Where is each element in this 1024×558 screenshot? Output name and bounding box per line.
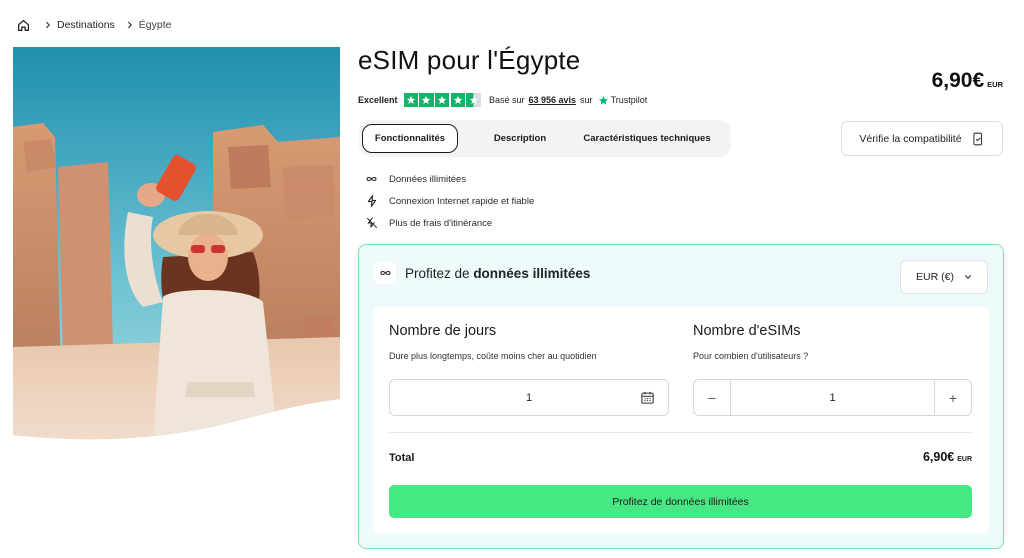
star-icon	[403, 92, 419, 108]
rating-stars	[403, 92, 482, 108]
compatibility-label: Vérifie la compatibilité	[859, 132, 962, 145]
price-currency: EUR	[987, 80, 1003, 89]
breadcrumb-current: Égypte	[138, 19, 172, 31]
rating-on: sur	[580, 95, 593, 105]
rating-based-on: Basé sur	[488, 95, 525, 105]
price-amount: 6,90€	[931, 69, 985, 92]
home-icon[interactable]	[16, 18, 30, 32]
trustpilot-rating: Excellent Basé sur 63 956 avis sur Trust…	[358, 92, 647, 108]
feature-item: Données illimitées	[365, 168, 534, 190]
chevron-right-icon	[125, 20, 135, 30]
total-label: Total	[389, 452, 415, 464]
star-icon	[450, 92, 466, 108]
half-star-icon	[466, 92, 481, 108]
tab-description[interactable]: Description	[472, 124, 568, 153]
esims-section: Nombre d'eSIMs Pour combien d'utilisateu…	[693, 323, 808, 361]
currency-value: EUR (€)	[916, 271, 954, 283]
tab-features[interactable]: Fonctionnalités	[362, 124, 458, 153]
feature-label: Connexion Internet rapide et fiable	[389, 195, 535, 207]
days-input[interactable]: 1	[389, 379, 669, 416]
total-price: 6,90€ EUR	[923, 450, 972, 464]
trustpilot-logo: Trustpilot	[610, 95, 648, 105]
product-tabs: Fonctionnalités Description Caractéristi…	[359, 120, 731, 157]
trustpilot-star-icon	[598, 95, 609, 106]
esims-subtitle: Pour combien d'utilisateurs ?	[693, 351, 809, 361]
plan-header: Profitez de données illimitées	[374, 262, 590, 284]
feature-label: Données illimitées	[389, 173, 467, 185]
esims-value[interactable]: 1	[730, 380, 935, 415]
increment-button[interactable]: +	[935, 380, 971, 415]
days-subtitle: Dure plus longtemps, coûte moins cher au…	[389, 351, 597, 361]
breadcrumb-destinations[interactable]: Destinations	[57, 19, 115, 31]
calendar-icon[interactable]	[640, 390, 655, 405]
phone-check-icon	[971, 132, 985, 146]
check-compatibility-button[interactable]: Vérifie la compatibilité	[841, 121, 1003, 156]
breadcrumb: Destinations Égypte	[16, 16, 181, 34]
days-value: 1	[525, 391, 533, 404]
tab-technical-specs[interactable]: Caractéristiques techniques	[572, 124, 722, 153]
divider	[389, 432, 972, 433]
plan-panel: Profitez de données illimitées EUR (€) N…	[358, 244, 1004, 549]
esims-stepper: − 1 +	[693, 379, 972, 416]
reviews-link[interactable]: 63 956 avis	[529, 95, 577, 105]
buy-button[interactable]: Profitez de données illimitées	[389, 485, 972, 518]
currency-select[interactable]: EUR (€)	[900, 260, 988, 294]
plan-title: Profitez de données illimitées	[405, 266, 590, 281]
chevron-right-icon	[43, 20, 53, 30]
total-currency: EUR	[957, 456, 972, 463]
esims-title: Nombre d'eSIMs	[693, 323, 801, 339]
feature-label: Plus de frais d'itinérance	[389, 217, 493, 229]
hero-image	[13, 47, 340, 443]
days-title: Nombre de jours	[389, 323, 497, 339]
star-icon	[434, 92, 450, 108]
page-title: eSIM pour l'Égypte	[358, 45, 581, 75]
decrement-button[interactable]: −	[694, 380, 730, 415]
chevron-down-icon	[964, 273, 972, 281]
bolt-icon	[365, 195, 378, 208]
plan-title-prefix: Profitez de	[405, 265, 470, 281]
infinity-icon	[365, 173, 378, 186]
infinity-icon	[374, 262, 396, 284]
star-icon	[419, 92, 434, 108]
feature-item: Plus de frais d'itinérance	[365, 212, 534, 234]
no-roaming-icon	[365, 217, 378, 230]
feature-item: Connexion Internet rapide et fiable	[365, 190, 534, 212]
rating-label: Excellent	[358, 95, 398, 105]
days-section: Nombre de jours Dure plus longtemps, coû…	[389, 323, 597, 361]
feature-list: Données illimitées Connexion Internet ra…	[365, 168, 534, 234]
plan-title-highlight: données illimitées	[473, 265, 591, 281]
plan-options-card: Nombre de jours Dure plus longtemps, coû…	[373, 307, 989, 534]
product-price: 6,90€ EUR	[932, 69, 1003, 93]
total-amount: 6,90€	[922, 450, 955, 464]
